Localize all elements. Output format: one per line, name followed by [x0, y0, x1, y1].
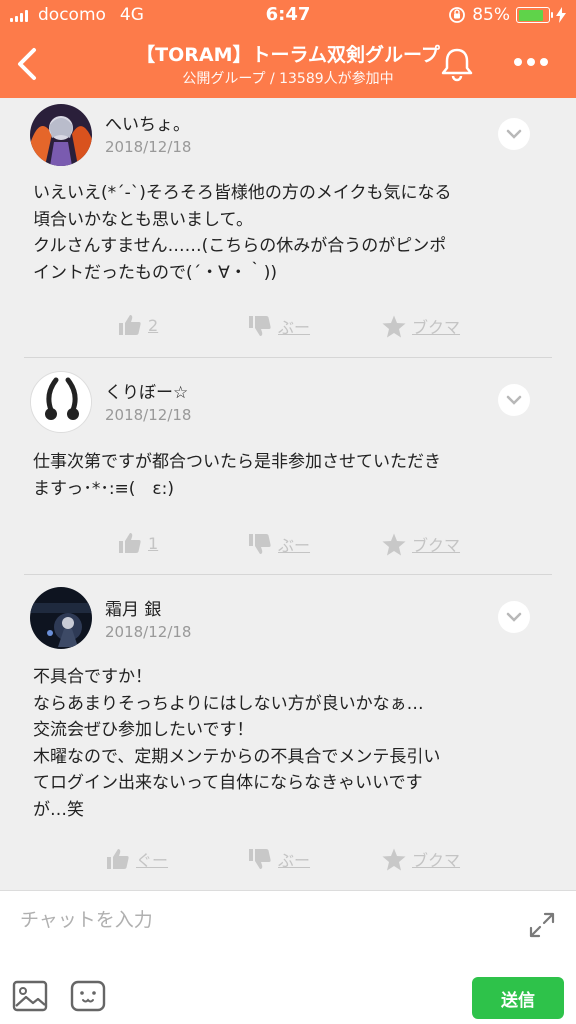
thumbs-down-icon [249, 849, 271, 869]
post-actions: 1 ぶー ブクマ [0, 532, 576, 562]
post-line: ますっ･*･:≡( ε:) [33, 478, 174, 499]
thumbs-up-icon [119, 315, 141, 335]
post-feed: へいちょ。 2018/12/18 いえいえ(*´-`)そろそろ皆様他の方のメイク… [0, 98, 576, 890]
post-line: 不具合ですか！ [33, 667, 152, 687]
post-item: へいちょ。 2018/12/18 いえいえ(*´-`)そろそろ皆様他の方のメイク… [0, 98, 576, 358]
bookmark-label: ブクマ [412, 851, 461, 870]
bookmark-button[interactable]: ブクマ [382, 314, 460, 338]
thumbs-up-icon [119, 533, 141, 553]
battery-fill [518, 9, 544, 21]
bookmark-label: ブクマ [412, 318, 461, 337]
post-line: ならあまりそっちよりにはしない方が良いかなぁ… [33, 693, 424, 714]
post-line: が…笑 [33, 799, 84, 820]
group-title: 【TORAM】トーラム双剣グループ [136, 44, 440, 66]
chat-input-bar: 送信 [0, 890, 576, 1024]
orientation-lock-icon [449, 7, 466, 23]
like-count: 1 [148, 533, 159, 553]
post-line: 木曜なので、定期メンテからの不具合でメンテ長引い [33, 746, 441, 767]
post-line: てログイン出来ないって自体にならなきゃいいです [33, 773, 423, 793]
boo-label: ぶー [278, 318, 311, 337]
status-right: 85% [448, 5, 566, 25]
group-subtitle: 公開グループ / 13589人が参加中 [182, 71, 394, 87]
post-body: 仕事次第ですが都合ついたら是非参加させていただき ますっ･*･:≡( ε:) [33, 449, 533, 502]
expand-icon[interactable] [528, 911, 556, 939]
thumbs-up-icon [107, 849, 129, 869]
bookmark-label: ブクマ [412, 536, 461, 555]
like-button[interactable]: 2 [118, 314, 158, 336]
post-body: いえいえ(*´-`)そろそろ皆様他の方のメイクも気になる 頃合いかなとも思いまし… [33, 180, 533, 286]
like-button[interactable]: ぐー [106, 847, 168, 871]
post-line: 交流会ぜひ参加したいです！ [33, 720, 254, 740]
chevron-down-icon[interactable] [498, 601, 530, 633]
post-actions: ぐー ぶー ブクマ [0, 847, 576, 877]
chevron-down-icon[interactable] [498, 118, 530, 150]
bookmark-button[interactable]: ブクマ [382, 532, 460, 556]
bell-icon[interactable] [440, 46, 474, 82]
charging-icon [556, 7, 566, 23]
post-date: 2018/12/18 [105, 138, 192, 156]
thumbs-down-icon [249, 316, 271, 336]
post-line: 仕事次第ですが都合ついたら是非参加させていただき [33, 452, 441, 472]
boo-label: ぶー [278, 851, 311, 870]
avatar[interactable] [30, 587, 92, 649]
post-line: イントだったもので(´・∀・｀)) [33, 262, 278, 283]
image-icon[interactable] [12, 979, 48, 1013]
status-bar: docomo 4G 6:47 85% [0, 0, 576, 30]
post-body: 不具合ですか！ ならあまりそっちよりにはしない方が良いかなぁ… 交流会ぜひ参加し… [33, 664, 533, 823]
post-date: 2018/12/18 [105, 406, 192, 424]
thumbs-down-icon [249, 534, 271, 554]
boo-button[interactable]: ぶー [248, 847, 310, 871]
user-name[interactable]: へいちょ。 [105, 110, 190, 135]
post-line: クルさんすません……(こちらの休みが合うのがピンポ [33, 236, 447, 256]
like-button[interactable]: 1 [118, 532, 158, 554]
send-button[interactable]: 送信 [472, 977, 564, 1019]
like-label: ぐー [136, 851, 169, 870]
avatar[interactable] [30, 371, 92, 433]
post-item: 霜月 銀 2018/12/18 不具合ですか！ ならあまりそっちよりにはしない方… [0, 575, 576, 890]
chevron-down-icon[interactable] [498, 384, 530, 416]
user-name[interactable]: 霜月 銀 [105, 595, 161, 620]
like-count: 2 [148, 315, 159, 335]
star-icon [382, 315, 406, 337]
post-line: いえいえ(*´-`)そろそろ皆様他の方のメイクも気になる [33, 183, 452, 203]
boo-label: ぶー [278, 536, 311, 555]
boo-button[interactable]: ぶー [248, 532, 310, 556]
sticker-icon[interactable] [70, 979, 106, 1013]
star-icon [382, 848, 406, 870]
boo-button[interactable]: ぶー [248, 314, 310, 338]
post-item: くりぼー☆ 2018/12/18 仕事次第ですが都合ついたら是非参加させていただ… [0, 358, 576, 575]
avatar[interactable] [30, 104, 92, 166]
post-line: 頃合いかなとも思いまして。 [33, 209, 253, 230]
star-icon [382, 533, 406, 555]
chat-input[interactable] [20, 905, 510, 935]
post-actions: 2 ぶー ブクマ [0, 314, 576, 344]
bookmark-button[interactable]: ブクマ [382, 847, 460, 871]
battery-icon [516, 7, 553, 23]
battery-percent: 85% [472, 5, 510, 25]
more-options-icon[interactable] [514, 52, 554, 72]
back-arrow-icon[interactable] [12, 44, 42, 84]
app-header: 【TORAM】トーラム双剣グループ 公開グループ / 13589人が参加中 [0, 30, 576, 98]
user-name[interactable]: くりぼー☆ [105, 378, 188, 403]
post-date: 2018/12/18 [105, 623, 192, 641]
